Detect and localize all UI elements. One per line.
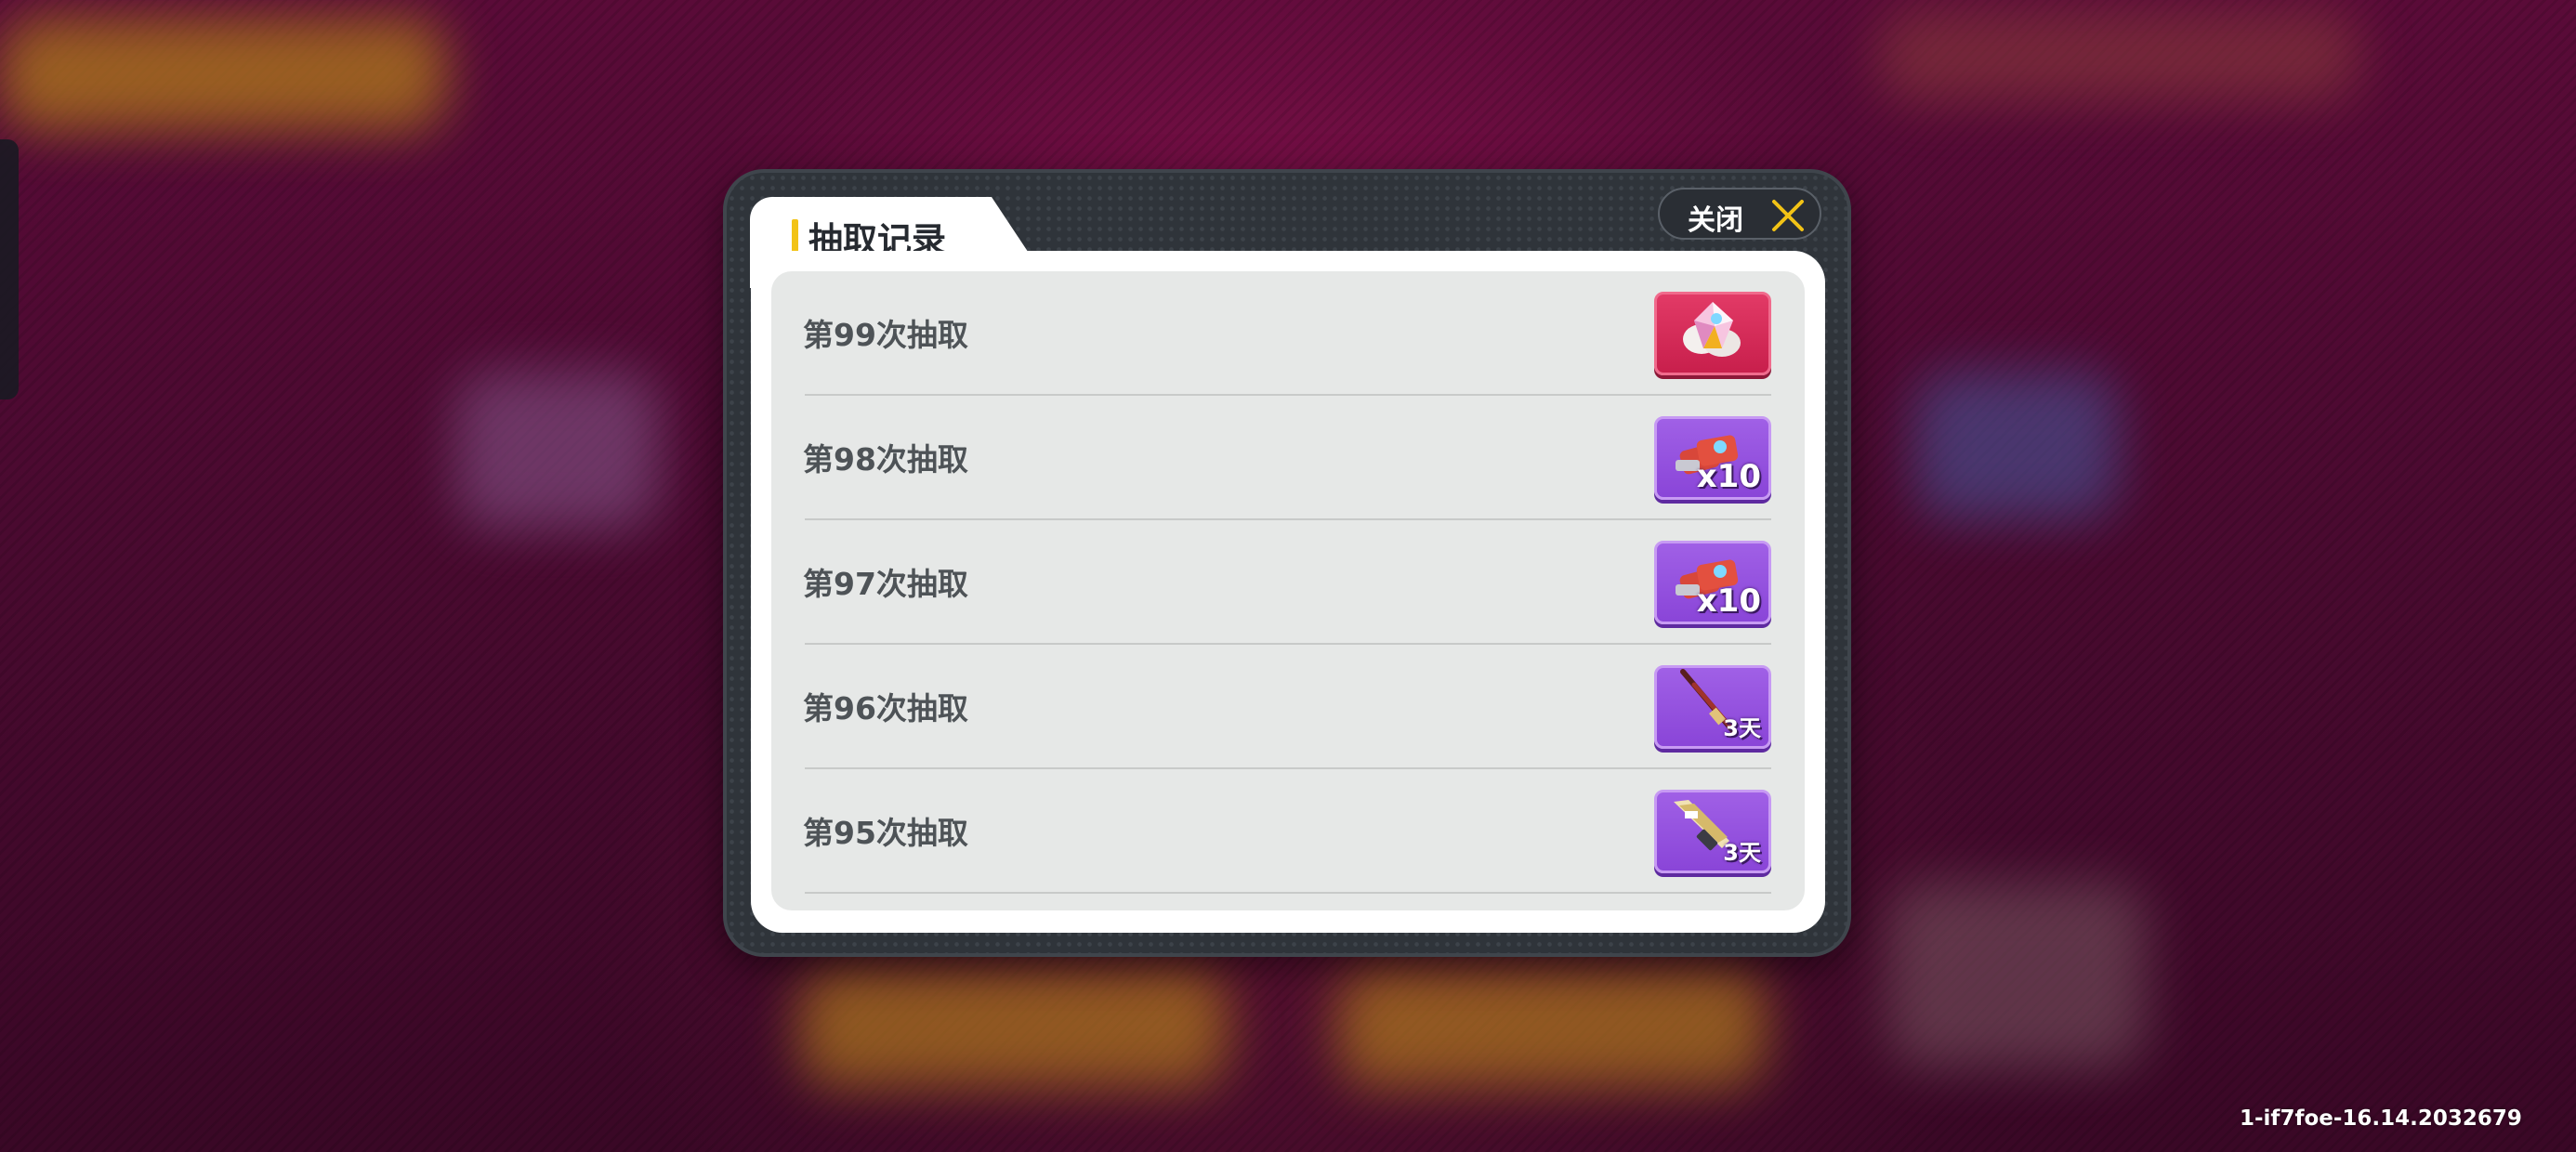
background-blur-element: [1886, 883, 2147, 1068]
background-blur-element: [0, 19, 446, 130]
reward-item[interactable]: x10: [1654, 541, 1771, 624]
record-row: 第98次抽取 x10: [771, 396, 1805, 520]
crystal-gem-icon: [1683, 302, 1741, 357]
item-quantity: x10: [1696, 583, 1761, 620]
record-label: 第96次抽取: [803, 690, 968, 727]
record-label: 第99次抽取: [803, 317, 968, 353]
item-quantity: x10: [1696, 458, 1761, 495]
side-edge-tab: [0, 139, 19, 399]
record-label: 第95次抽取: [803, 815, 968, 851]
close-icon: [1772, 200, 1804, 231]
background-blur-element: [455, 372, 660, 530]
reward-item[interactable]: 3天: [1654, 665, 1771, 749]
reward-item[interactable]: x10: [1654, 416, 1771, 500]
record-row: 第96次抽取 3天: [771, 645, 1805, 769]
background-blur-element: [1877, 9, 2360, 102]
record-row: 第97次抽取 x10: [771, 520, 1805, 645]
version-text: 1-if7foe-16.14.2032679: [2240, 1106, 2522, 1131]
close-label: 关闭: [1688, 204, 1743, 237]
background-blur-element: [799, 966, 1227, 1087]
record-row: 第99次抽取: [771, 271, 1805, 396]
close-button[interactable]: 关闭: [1658, 188, 1821, 240]
row-divider: [805, 892, 1771, 894]
record-list[interactable]: 第99次抽取 第98次抽取 x10 第97次抽取 x10 第96次抽取 3天 第…: [771, 271, 1805, 910]
title-accent-bar: [792, 219, 798, 253]
background-blur-element: [1338, 966, 1766, 1087]
record-row: 第95次抽取 3天: [771, 769, 1805, 894]
background-blur-element: [1914, 372, 2119, 520]
item-duration: 3天: [1723, 840, 1761, 866]
item-duration: 3天: [1723, 715, 1761, 741]
record-label: 第98次抽取: [803, 441, 968, 478]
reward-item[interactable]: [1654, 292, 1771, 375]
reward-item[interactable]: 3天: [1654, 790, 1771, 873]
record-label: 第97次抽取: [803, 566, 968, 602]
